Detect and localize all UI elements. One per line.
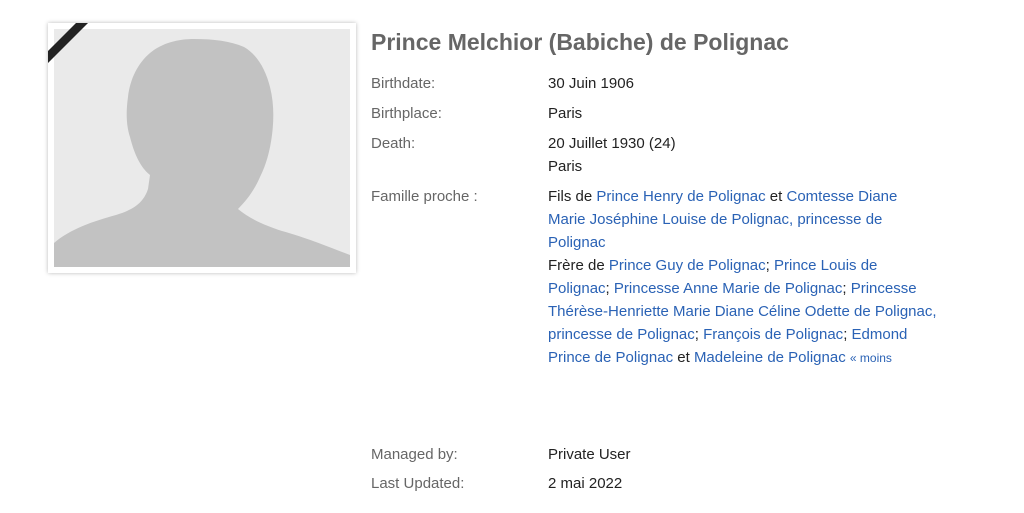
son-of-prefix: Fils de	[548, 188, 593, 205]
separator: ;	[605, 280, 610, 297]
family-value: Fils de Prince Henry de Polignac et Comt…	[548, 185, 938, 370]
separator: ;	[842, 280, 847, 297]
separator: ;	[843, 326, 848, 343]
siblings-line: Frère de Prince Guy de Polignac; Prince …	[548, 254, 938, 370]
parents-line: Fils de Prince Henry de Polignac et Comt…	[548, 185, 938, 254]
updated-label: Last Updated:	[371, 475, 465, 492]
and-text: et	[769, 188, 783, 205]
separator: ;	[694, 326, 699, 343]
death-place: Paris	[548, 158, 583, 175]
death-date: 20 Juillet 1930 (24)	[548, 135, 676, 152]
birthdate-value: 30 Juin 1906	[548, 75, 634, 92]
profile-silhouette-icon	[54, 29, 350, 267]
photo-placeholder	[54, 29, 350, 267]
birthplace-value: Paris	[548, 105, 583, 122]
mourning-ribbon-icon	[48, 23, 88, 63]
show-less-link[interactable]: « moins	[850, 351, 892, 365]
family-label: Famille proche :	[371, 188, 478, 205]
brother-of-prefix: Frère de	[548, 257, 605, 274]
managed-label: Managed by:	[371, 446, 458, 463]
profile-photo[interactable]	[48, 23, 356, 273]
profile-name: Prince Melchior (Babiche) de Polignac	[371, 29, 789, 55]
death-value: 20 Juillet 1930 (24) Paris	[548, 132, 938, 178]
birthplace-label: Birthplace:	[371, 105, 442, 122]
sibling-link[interactable]: Prince Guy de Polignac	[609, 257, 766, 274]
updated-value: 2 mai 2022	[548, 475, 623, 492]
and-text: et	[677, 349, 690, 366]
managed-value: Private User	[548, 446, 631, 463]
sibling-link[interactable]: François de Polignac	[703, 326, 843, 343]
separator: ;	[765, 257, 770, 274]
father-link[interactable]: Prince Henry de Polignac	[596, 188, 765, 205]
birthdate-label: Birthdate:	[371, 75, 436, 92]
sibling-link[interactable]: Princesse Anne Marie de Polignac	[614, 280, 842, 297]
death-label: Death:	[371, 135, 416, 152]
sibling-link[interactable]: Madeleine de Polignac	[694, 349, 846, 366]
